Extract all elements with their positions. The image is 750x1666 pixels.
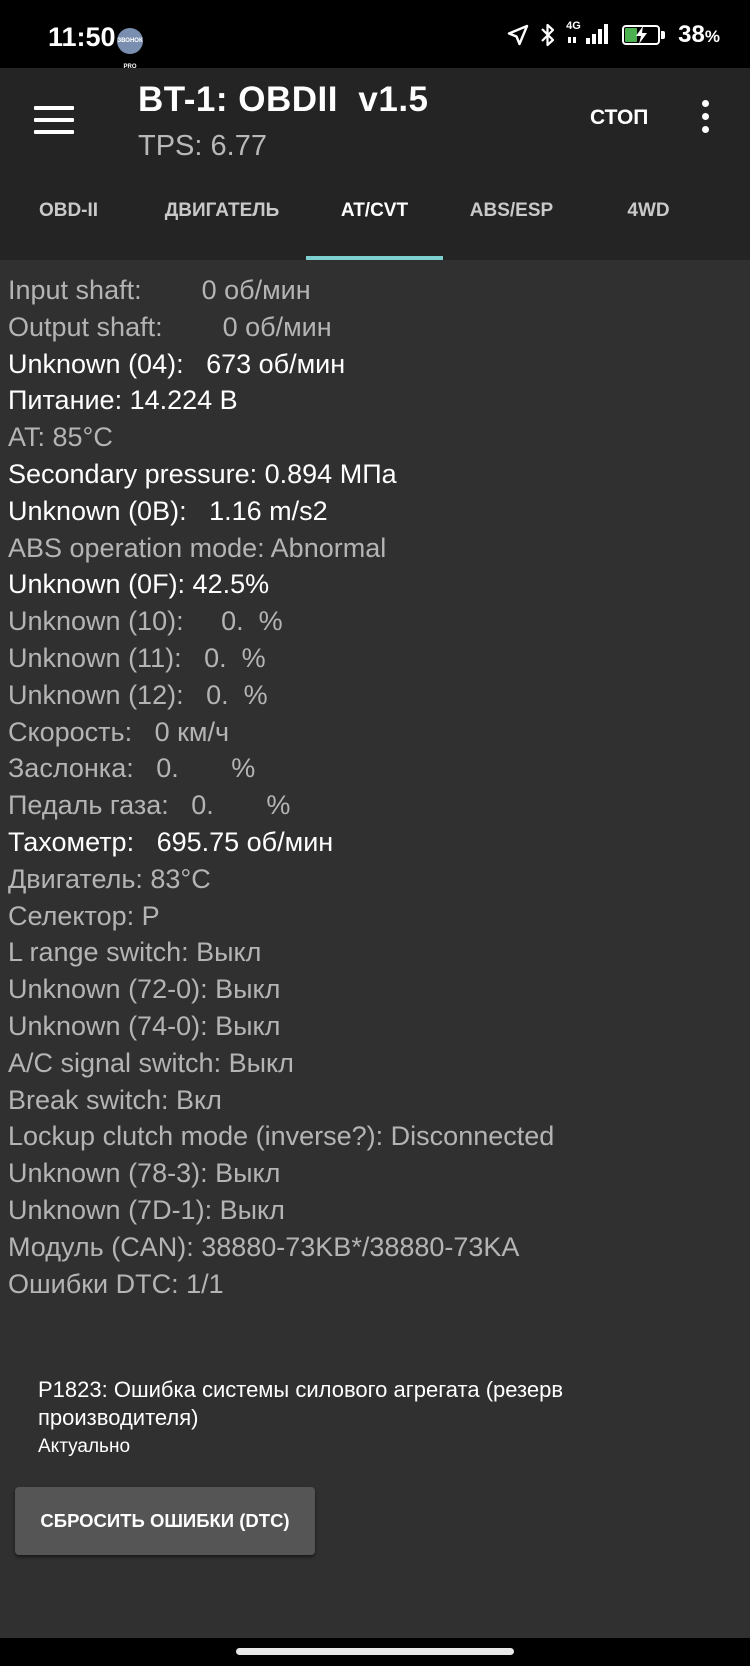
gesture-handle[interactable] [236,1648,514,1655]
reading-row: Заслонка: 0. % [8,753,256,784]
menu-line [34,118,74,122]
reading-row: Unknown (0F): 42.5% [8,569,270,600]
dot [701,100,709,107]
reading-row: Unknown (11): 0. % [8,642,266,673]
dot [701,126,709,133]
reading-row: Селектор: P [8,900,160,931]
readings-list: Input shaft: 0 об/мин Output shaft: 0 об/… [8,272,743,1302]
reading-row: AT: 85°C [8,422,113,453]
reading-row: Unknown (78-3): Выкл [8,1158,281,1189]
hamburger-menu-icon[interactable] [34,106,74,136]
reading-row: Педаль газа: 0. % [8,790,291,821]
status-icons: 4G 38% [506,20,720,50]
battery-percent-value: 38 [678,21,705,48]
reading-row: Unknown (74-0): Выкл [8,1010,281,1041]
charging-bolt-icon [636,26,648,44]
reading-row: ABS operation mode: Abnormal [8,532,387,563]
reading-row: Unknown (10): 0. % [8,606,283,637]
reading-row: Unknown (04): 673 об/мин [8,348,346,379]
app-title: BT-1: OBDII v1.5 [138,80,429,119]
reading-row: A/C signal switch: Выкл [8,1047,294,1078]
reading-row: Unknown (72-0): Выкл [8,974,281,1005]
tab-engine[interactable]: ДВИГАТЕЛЬ [150,180,294,260]
location-arrow-icon [507,24,529,46]
navigation-bar [0,1638,750,1666]
reading-row: L range switch: Выкл [8,937,262,968]
battery-tip [661,31,666,39]
network-4g-icon: 4G [566,20,612,48]
dtc-code-text: P1823: Ошибка системы силового агрегата … [38,1377,564,1430]
tab-at-cvt[interactable]: AT/CVT [306,180,443,260]
reading-row: Unknown (12): 0. % [8,679,268,710]
reading-row: Output shaft: 0 об/мин [8,311,332,342]
menu-line [34,106,74,110]
stop-button[interactable]: СТОП [590,106,648,130]
app-bar: BT-1: OBDII v1.5 TPS: 6.77 СТОП OBD-II Д… [0,68,750,260]
app-subtitle: TPS: 6.77 [138,130,267,162]
reset-dtc-button[interactable]: СБРОСИТЬ ОШИБКИ (DTC) [15,1487,315,1555]
tab-obd-ii[interactable]: OBD-II [0,180,137,260]
reading-row: Тахометр: 695.75 об/мин [8,826,334,857]
reading-row: Secondary pressure: 0.894 МПа [8,458,397,489]
dot [701,113,709,120]
status-time: 11:50 [48,22,116,52]
menu-line [34,130,74,134]
status-bar: 11:50 ЗВОНОК PRO 4G 38% [0,0,750,70]
tab-4wd[interactable]: 4WD [580,180,717,260]
reading-row: Unknown (7D-1): Выкл [8,1194,285,1225]
reading-row: Модуль (CAN): 38880-73KB*/38880-73KA [8,1231,520,1262]
reading-row: Unknown (0B): 1.16 m/s2 [8,495,328,526]
battery-percent-sign: % [704,27,720,46]
signal-strength-icon [568,24,609,44]
call-recorder-badge-icon: ЗВОНОК PRO [117,28,143,70]
more-options-icon[interactable] [700,100,710,140]
dtc-status: Актуально [38,1436,131,1457]
tab-bar: OBD-II ДВИГАТЕЛЬ AT/CVT ABS/ESP 4WD [0,180,750,260]
tab-abs-esp[interactable]: ABS/ESP [443,180,580,260]
reading-row: Скорость: 0 км/ч [8,716,230,747]
battery-percent: 38% [678,21,720,49]
reading-row: Input shaft: 0 об/мин [8,275,311,305]
reading-row: Питание: 14.224 В [8,385,238,416]
battery-icon [622,23,668,47]
reading-row: Lockup clutch mode (inverse?): Disconnec… [8,1121,555,1152]
reading-row: Ошибки DTC: 1/1 [8,1268,224,1299]
reading-row: Двигатель: 83°C [8,863,211,894]
reading-row: Break switch: Вкл [8,1084,222,1115]
readings-panel: Input shaft: 0 об/мин Output shaft: 0 об/… [0,260,750,1638]
bluetooth-icon [541,23,555,47]
